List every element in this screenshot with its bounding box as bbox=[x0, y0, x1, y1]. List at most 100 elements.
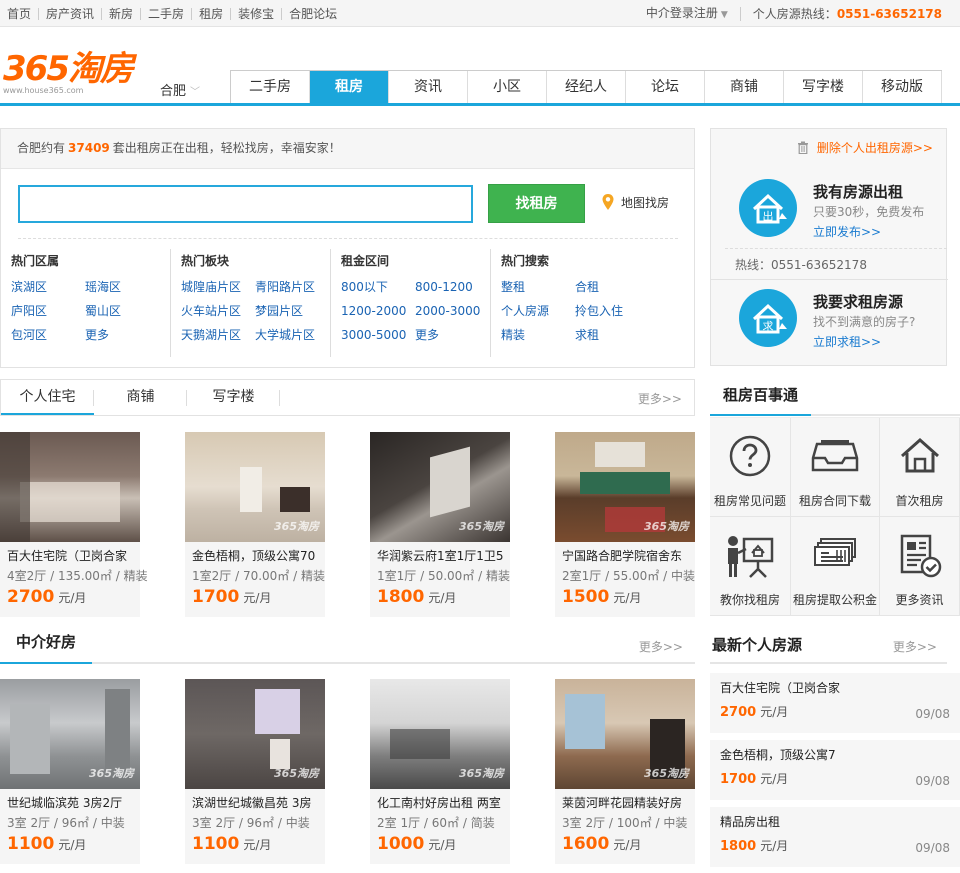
nav-office[interactable]: 写字楼 bbox=[784, 71, 863, 104]
filter-link[interactable]: 火车站片区 bbox=[181, 303, 255, 319]
listing-title[interactable]: 莱茵河畔花园精装好房 bbox=[562, 795, 695, 811]
listing-photo[interactable]: 365淘房 bbox=[370, 432, 510, 542]
service-contract-download[interactable]: 租房合同下载 bbox=[791, 418, 880, 517]
top-nav-home[interactable]: 首页 bbox=[0, 7, 40, 20]
filter-link[interactable]: 城隍庙片区 bbox=[181, 279, 255, 295]
nav-news[interactable]: 资讯 bbox=[389, 71, 468, 104]
top-nav-rent[interactable]: 租房 bbox=[192, 7, 232, 20]
filter-link[interactable]: 拎包入住 bbox=[575, 303, 649, 319]
top-nav: 首页 房产资讯 新房 二手房 租房 装修宝 合肥论坛 bbox=[0, 0, 344, 27]
filter-link[interactable]: 3000-5000 bbox=[341, 327, 415, 343]
price-value: 2700 bbox=[720, 705, 757, 720]
filter-link[interactable]: 梦园片区 bbox=[255, 303, 329, 319]
latest-item-title[interactable]: 百大住宅院（卫岗合家 bbox=[720, 679, 840, 696]
filter-link[interactable]: 更多 bbox=[415, 327, 489, 343]
search-button[interactable]: 找租房 bbox=[488, 184, 585, 223]
latest-item-title[interactable]: 金色梧桐，顶级公寓7 bbox=[720, 746, 836, 763]
filter-link[interactable]: 包河区 bbox=[11, 327, 85, 343]
map-search-link[interactable]: 地图找房 bbox=[601, 193, 669, 211]
tab-office[interactable]: 写字楼 bbox=[187, 380, 280, 415]
filter-link[interactable]: 大学城片区 bbox=[255, 327, 329, 343]
more-link[interactable]: 更多>> bbox=[893, 638, 937, 655]
filter-link[interactable]: 800以下 bbox=[341, 279, 415, 295]
tab-personal[interactable]: 个人住宅 bbox=[1, 380, 94, 415]
service-first-rent[interactable]: 首次租房 bbox=[880, 418, 960, 517]
listing-photo[interactable]: 365淘房 bbox=[0, 679, 140, 789]
listing-title[interactable]: 金色梧桐，顶级公寓70 bbox=[192, 548, 325, 564]
listing-title[interactable]: 宁国路合肥学院宿舍东 bbox=[562, 548, 695, 564]
listing-card[interactable]: 365淘房 宁国路合肥学院宿舍东 2室1厅 / 55.00㎡ / 中装 1500… bbox=[555, 432, 695, 617]
nav-community[interactable]: 小区 bbox=[468, 71, 547, 104]
nav-second-hand[interactable]: 二手房 bbox=[231, 71, 310, 104]
filter-link[interactable]: 瑶海区 bbox=[85, 279, 159, 295]
delete-listing-link[interactable]: 删除个人出租房源>> bbox=[797, 139, 933, 156]
filter-link[interactable]: 天鹅湖片区 bbox=[181, 327, 255, 343]
filter-link[interactable]: 更多 bbox=[85, 327, 159, 343]
filter-link[interactable]: 1200-2000 bbox=[341, 303, 415, 319]
filter-link[interactable]: 2000-3000 bbox=[415, 303, 489, 319]
listing-card[interactable]: 365淘房 世纪城临滨苑 3房2厅 3室 2厅 / 96㎡ / 中装 1100 元… bbox=[0, 679, 140, 864]
listing-photo[interactable]: 365淘房 bbox=[555, 679, 695, 789]
listing-title[interactable]: 世纪城临滨苑 3房2厅 bbox=[7, 795, 140, 811]
listing-info: 百大住宅院（卫岗合家 4室2厅 / 135.00㎡ / 精装 2700 元/月 bbox=[0, 542, 148, 617]
latest-item[interactable]: 金色梧桐，顶级公寓7 1700 元/月 09/08 bbox=[710, 740, 960, 800]
filter-link[interactable]: 庐阳区 bbox=[11, 303, 85, 319]
nav-forum[interactable]: 论坛 bbox=[626, 71, 705, 104]
filter-link[interactable]: 合租 bbox=[575, 279, 649, 295]
listing-card[interactable]: 百大住宅院（卫岗合家 4室2厅 / 135.00㎡ / 精装 2700 元/月 bbox=[0, 432, 148, 617]
latest-item-date: 09/08 bbox=[915, 774, 950, 788]
listing-photo[interactable]: 365淘房 bbox=[185, 432, 325, 542]
top-nav-news[interactable]: 房产资讯 bbox=[39, 7, 103, 20]
nav-mobile[interactable]: 移动版 bbox=[863, 71, 942, 104]
listing-title[interactable]: 华润紫云府1室1厅1卫5 bbox=[377, 548, 510, 564]
listing-card[interactable]: 365淘房 化工南村好房出租 两室 2室 1厅 / 60㎡ / 简装 1000 元… bbox=[370, 679, 510, 864]
request-house-icon[interactable]: 求 bbox=[739, 289, 797, 347]
search-input[interactable] bbox=[18, 185, 473, 223]
latest-item[interactable]: 百大住宅院（卫岗合家 2700 元/月 09/08 bbox=[710, 673, 960, 733]
filter-link[interactable]: 整租 bbox=[501, 279, 575, 295]
listing-photo[interactable]: 365淘房 bbox=[185, 679, 325, 789]
filter-link[interactable]: 滨湖区 bbox=[11, 279, 85, 295]
listing-card[interactable]: 365淘房 金色梧桐，顶级公寓70 1室2厅 / 70.00㎡ / 精装 170… bbox=[185, 432, 325, 617]
listing-title[interactable]: 百大住宅院（卫岗合家 bbox=[7, 548, 140, 564]
listing-info: 宁国路合肥学院宿舍东 2室1厅 / 55.00㎡ / 中装 1500 元/月 bbox=[555, 542, 695, 617]
top-nav-new-homes[interactable]: 新房 bbox=[102, 7, 142, 20]
nav-rent[interactable]: 租房 bbox=[310, 71, 389, 104]
filter-link[interactable]: 个人房源 bbox=[501, 303, 575, 319]
city-selector[interactable]: 合肥 ﹀ bbox=[160, 80, 200, 99]
publish-house-icon[interactable]: 出 bbox=[739, 179, 797, 237]
more-link[interactable]: 更多>> bbox=[638, 390, 682, 407]
listing-card[interactable]: 365淘房 华润紫云府1室1厅1卫5 1室1厅 / 50.00㎡ / 精装 18… bbox=[370, 432, 510, 617]
listing-title[interactable]: 化工南村好房出租 两室 bbox=[377, 795, 510, 811]
service-more-info[interactable]: 更多资讯 bbox=[880, 517, 960, 616]
filter-link[interactable]: 精装 bbox=[501, 327, 575, 343]
top-nav-decoration[interactable]: 装修宝 bbox=[231, 7, 283, 20]
filter-link[interactable]: 求租 bbox=[575, 327, 649, 343]
filter-link[interactable]: 青阳路片区 bbox=[255, 279, 329, 295]
request-now-link[interactable]: 立即求租>> bbox=[813, 333, 881, 350]
more-link[interactable]: 更多>> bbox=[639, 638, 683, 655]
service-housing-fund[interactable]: 租房提取公积金 bbox=[791, 517, 880, 616]
top-nav-forum[interactable]: 合肥论坛 bbox=[282, 8, 344, 20]
service-faq[interactable]: 租房常见问题 bbox=[710, 418, 791, 517]
latest-item-title[interactable]: 精品房出租 bbox=[720, 813, 780, 830]
tab-shops[interactable]: 商铺 bbox=[94, 380, 187, 415]
listing-card[interactable]: 365淘房 莱茵河畔花园精装好房 3室 2厅 / 100㎡ / 中装 1600 元… bbox=[555, 679, 695, 864]
listing-photo[interactable]: 365淘房 bbox=[370, 679, 510, 789]
service-label: 租房合同下载 bbox=[798, 494, 871, 508]
publish-now-link[interactable]: 立即发布>> bbox=[813, 223, 881, 240]
nav-agents[interactable]: 经纪人 bbox=[547, 71, 626, 104]
filter-link[interactable]: 800-1200 bbox=[415, 279, 489, 295]
agent-login-link[interactable]: 中介登录注册 ▼ bbox=[646, 6, 741, 21]
listing-card[interactable]: 365淘房 滨湖世纪城徽昌苑 3房 3室 2厅 / 96㎡ / 中装 1100 元… bbox=[185, 679, 325, 864]
site-logo[interactable]: 365淘房 www.house365.com bbox=[3, 52, 153, 98]
price-unit: 元/月 bbox=[243, 838, 272, 852]
listing-photo[interactable]: 365淘房 bbox=[555, 432, 695, 542]
listing-title[interactable]: 滨湖世纪城徽昌苑 3房 bbox=[192, 795, 325, 811]
nav-shops[interactable]: 商铺 bbox=[705, 71, 784, 104]
top-nav-second-hand[interactable]: 二手房 bbox=[141, 7, 193, 20]
listing-photo[interactable] bbox=[0, 432, 140, 542]
latest-item[interactable]: 精品房出租 1800 元/月 09/08 bbox=[710, 807, 960, 867]
filter-link[interactable]: 蜀山区 bbox=[85, 303, 159, 319]
service-find-guide[interactable]: 教你找租房 bbox=[710, 517, 791, 616]
